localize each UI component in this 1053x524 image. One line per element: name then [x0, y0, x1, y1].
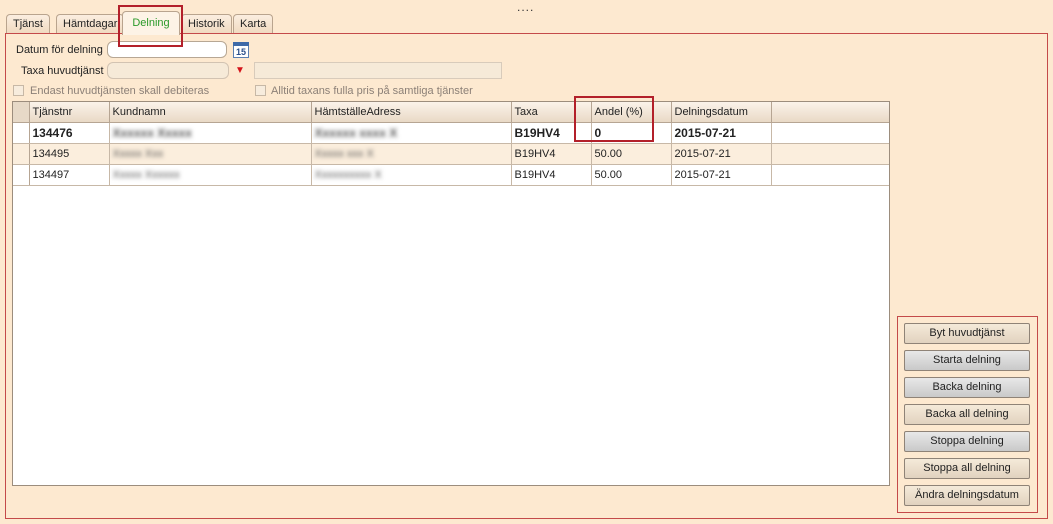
tab-label: Karta — [240, 18, 267, 30]
action-button-group: Byt huvudtjänst Starta delning Backa del… — [897, 316, 1038, 513]
cell-tjanstnr: 134495 — [29, 143, 110, 165]
cell-kundnamn: Xxxxxx Xxxxx — [109, 122, 312, 144]
cell-taxa: B19HV4 — [511, 164, 592, 186]
cell-delningsdatum: 2015-07-21 — [671, 164, 772, 186]
window-drag-handle[interactable]: .... — [517, 0, 534, 14]
calendar-day: 15 — [235, 47, 246, 57]
blurred-text: Xxxxx Xxx — [112, 147, 164, 160]
col-header-andel[interactable]: Andel (%) — [591, 102, 672, 123]
datum-label: Datum för delning — [16, 44, 103, 56]
col-header-kundnamn[interactable]: Kundnamn — [109, 102, 312, 123]
backa-delning-button[interactable]: Backa delning — [904, 377, 1030, 398]
cell-andel[interactable]: 0 — [591, 122, 672, 144]
cell-delningsdatum: 2015-07-21 — [671, 143, 772, 165]
tab-label: Historik — [188, 18, 225, 30]
calendar-icon[interactable]: 15 — [233, 42, 249, 58]
stoppa-delning-button[interactable]: Stoppa delning — [904, 431, 1030, 452]
col-header-delningsdatum[interactable]: Delningsdatum — [671, 102, 772, 123]
tab-historik[interactable]: Historik — [181, 14, 232, 34]
cell-kundnamn: Xxxxx Xxx — [109, 143, 312, 165]
cell-andel[interactable]: 50.00 — [591, 164, 672, 186]
blurred-text: Xxxxxx xxxx X — [314, 125, 398, 140]
cell-adress: Xxxxxxxxxx X — [311, 164, 512, 186]
andra-delningsdatum-button[interactable]: Ändra delningsdatum — [904, 485, 1030, 506]
cell-andel[interactable]: 50.00 — [591, 143, 672, 165]
endast-huvudtjanst-checkbox[interactable] — [13, 85, 24, 96]
tab-label: Delning — [132, 17, 170, 29]
cell-taxa: B19HV4 — [511, 122, 592, 144]
row-header-corner — [13, 102, 30, 123]
col-header-taxa[interactable]: Taxa — [511, 102, 592, 123]
tab-karta[interactable]: Karta — [233, 14, 274, 34]
tab-label: Tjänst — [13, 18, 43, 30]
delning-grid[interactable]: Tjänstnr Kundnamn HämtställeAdress Taxa … — [12, 101, 890, 486]
stoppa-all-delning-button[interactable]: Stoppa all delning — [904, 458, 1030, 479]
cell-delningsdatum: 2015-07-21 — [671, 122, 772, 144]
dropdown-arrow-icon[interactable]: ▼ — [233, 64, 247, 78]
cell-kundnamn: Xxxxx Xxxxxx — [109, 164, 312, 186]
cell-adress: Xxxxxx xxxx X — [311, 122, 512, 144]
col-header-adress[interactable]: HämtställeAdress — [311, 102, 512, 123]
row-selector[interactable] — [13, 143, 30, 165]
cell-filler — [771, 164, 889, 186]
table-row[interactable]: 134495 Xxxxx Xxx Xxxxx xxx X B19HV4 50.0… — [13, 143, 889, 165]
tab-label: Hämtdagar — [63, 18, 118, 30]
backa-all-delning-button[interactable]: Backa all delning — [904, 404, 1030, 425]
taxa-label: Taxa huvudtjänst — [21, 65, 104, 77]
cell-filler — [771, 122, 889, 144]
table-row[interactable]: 134476 Xxxxxx Xxxxx Xxxxxx xxxx X B19HV4… — [13, 122, 889, 144]
endast-huvudtjanst-label: Endast huvudtjänsten skall debiteras — [30, 85, 210, 97]
col-header-tjanstnr[interactable]: Tjänstnr — [29, 102, 110, 123]
byt-huvudtjanst-button[interactable]: Byt huvudtjänst — [904, 323, 1030, 344]
blurred-text: Xxxxxxxxxx X — [314, 168, 382, 181]
tab-tjanst[interactable]: Tjänst — [6, 14, 50, 34]
cell-adress: Xxxxx xxx X — [311, 143, 512, 165]
taxa-description-field — [254, 62, 502, 79]
tab-delning[interactable]: Delning — [122, 11, 180, 35]
cell-filler — [771, 143, 889, 165]
table-row[interactable]: 134497 Xxxxx Xxxxxx Xxxxxxxxxx X B19HV4 … — [13, 164, 889, 186]
datum-input[interactable] — [107, 41, 227, 58]
row-selector[interactable] — [13, 122, 30, 144]
cell-tjanstnr: 134476 — [29, 122, 110, 144]
row-selector[interactable] — [13, 164, 30, 186]
starta-delning-button[interactable]: Starta delning — [904, 350, 1030, 371]
blurred-text: Xxxxx xxx X — [314, 147, 374, 160]
blurred-text: Xxxxxx Xxxxx — [112, 125, 192, 140]
blurred-text: Xxxxx Xxxxxx — [112, 168, 180, 181]
col-header-filler — [771, 102, 889, 123]
tab-hamtdagar[interactable]: Hämtdagar — [56, 14, 125, 34]
alltid-fulla-pris-checkbox[interactable] — [255, 85, 266, 96]
cell-taxa: B19HV4 — [511, 143, 592, 165]
cell-tjanstnr: 134497 — [29, 164, 110, 186]
taxa-input[interactable] — [107, 62, 229, 79]
alltid-fulla-pris-label: Alltid taxans fulla pris på samtliga tjä… — [271, 85, 473, 97]
